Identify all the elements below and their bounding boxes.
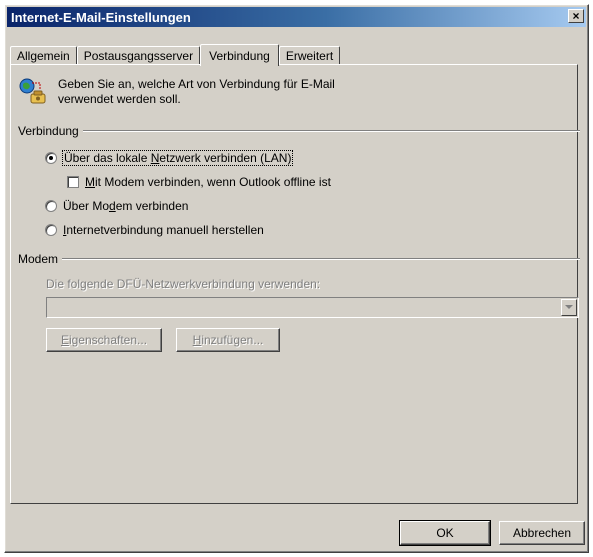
title-bar: Internet-E-Mail-Einstellungen × xyxy=(7,7,586,27)
add-button[interactable]: Hinzufügen... xyxy=(176,328,280,352)
info-row: Geben Sie an, welche Art von Verbindung … xyxy=(18,77,335,107)
group-divider xyxy=(62,258,580,260)
group-modem: Modem xyxy=(18,252,580,266)
radio-modem-indicator[interactable] xyxy=(45,200,57,212)
tab-postausgangsserver[interactable]: Postausgangsserver xyxy=(76,46,201,65)
info-line-2: verwendet werden soll. xyxy=(58,92,181,106)
checkbox-modem-offline-label: Mit Modem verbinden, wenn Outlook offlin… xyxy=(85,175,331,189)
group-verbindung: Verbindung xyxy=(18,124,580,138)
ok-button[interactable]: OK xyxy=(399,520,491,546)
radio-modem-label: Über Modem verbinden xyxy=(63,199,189,213)
group-divider xyxy=(82,130,580,132)
info-text: Geben Sie an, welche Art von Verbindung … xyxy=(58,77,335,107)
group-modem-label: Modem xyxy=(18,252,59,266)
window-title: Internet-E-Mail-Einstellungen xyxy=(11,9,191,25)
radio-manual[interactable]: Internetverbindung manuell herstellen xyxy=(45,223,264,237)
radio-manual-indicator[interactable] xyxy=(45,224,57,236)
radio-lan-indicator[interactable] xyxy=(45,152,57,164)
group-verbindung-label: Verbindung xyxy=(18,124,79,138)
dialup-label: Die folgende DFÜ-Netzwerkverbindung verw… xyxy=(46,277,321,291)
radio-modem[interactable]: Über Modem verbinden xyxy=(45,199,188,213)
radio-lan-label: Über das lokale Netzwerk verbinden (LAN) xyxy=(61,150,294,166)
chevron-down-icon xyxy=(565,305,573,309)
checkbox-modem-offline[interactable]: Mit Modem verbinden, wenn Outlook offlin… xyxy=(67,175,331,189)
cancel-button[interactable]: Abbrechen xyxy=(499,521,585,545)
info-line-1: Geben Sie an, welche Art von Verbindung … xyxy=(58,77,335,91)
dialup-dropdown-button[interactable] xyxy=(561,299,577,316)
tab-erweitert[interactable]: Erweitert xyxy=(278,46,341,65)
close-button[interactable]: × xyxy=(568,9,584,23)
radio-lan[interactable]: Über das lokale Netzwerk verbinden (LAN) xyxy=(45,150,294,166)
tab-strip: Allgemein Postausgangsserver Verbindung … xyxy=(10,43,341,66)
tab-verbindung[interactable]: Verbindung xyxy=(200,44,279,66)
checkbox-modem-offline-box[interactable] xyxy=(67,176,79,188)
dialup-connection-select[interactable] xyxy=(46,297,579,318)
tab-allgemein[interactable]: Allgemein xyxy=(10,46,77,65)
close-icon: × xyxy=(572,9,580,23)
radio-manual-label: Internetverbindung manuell herstellen xyxy=(63,223,264,237)
properties-button[interactable]: Eigenschaften... xyxy=(46,328,162,352)
connection-icon xyxy=(19,78,46,104)
